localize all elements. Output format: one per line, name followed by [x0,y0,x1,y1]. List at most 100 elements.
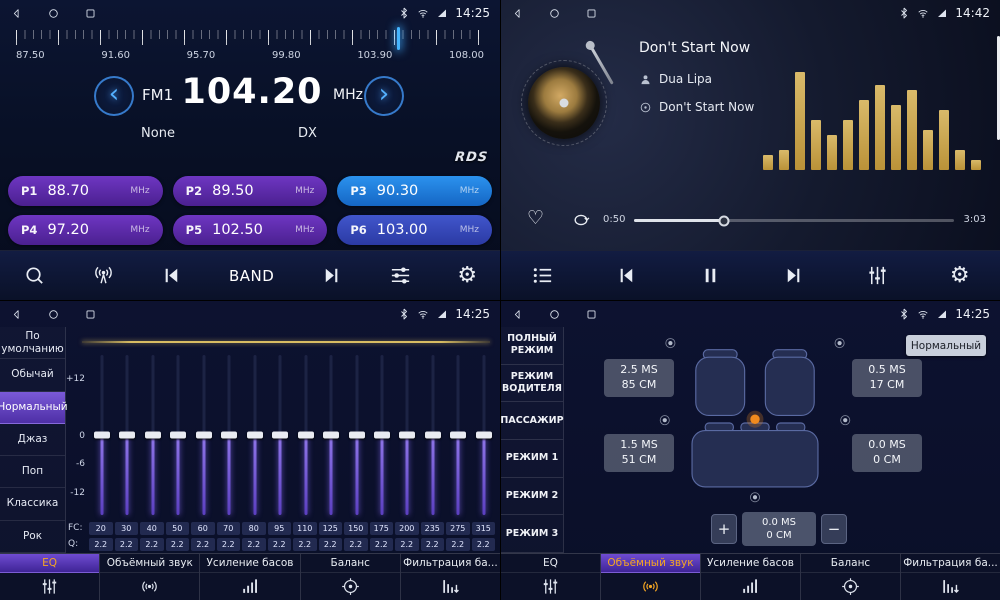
surround-mode-item[interactable]: РЕЖИМ 3 [501,515,563,553]
eq-slider-knob[interactable] [221,432,237,439]
wifi-icon [917,308,929,320]
favorite-icon[interactable]: ♡ [527,207,544,229]
pause-icon[interactable] [699,264,722,287]
seek-bar[interactable] [634,219,954,222]
repeat-icon[interactable] [571,210,591,234]
eq-preset-item[interactable]: Поп [0,456,65,488]
delay-increase-button[interactable]: + [711,514,737,544]
audio-tab-1[interactable]: Объёмный звук [601,554,701,600]
eq-band-slider[interactable] [115,355,139,515]
eq-band-slider[interactable] [294,355,318,515]
radio-preset-P4[interactable]: P4 97.20 MHz [8,215,163,245]
eq-band-slider[interactable] [395,355,419,515]
eq-slider-knob[interactable] [298,432,314,439]
radio-broadcast-icon[interactable] [92,264,115,287]
previous-station-icon[interactable] [160,264,183,287]
eq-band-slider[interactable] [192,355,216,515]
seek-bar-knob[interactable] [718,215,729,226]
playlist-icon[interactable] [531,264,554,287]
audio-tab-4[interactable]: Фильтрация ба... [901,554,1000,600]
audio-tab-4[interactable]: Фильтрация ба... [401,554,500,600]
next-track-icon[interactable] [782,264,805,287]
settings-gear-icon[interactable]: ⚙ [457,265,477,287]
eq-slider-knob[interactable] [425,432,441,439]
eq-band-slider[interactable] [446,355,470,515]
nav-home-icon[interactable] [47,7,60,20]
audio-tab-3[interactable]: Баланс [301,554,401,600]
surround-mode-item[interactable]: ПОЛНЫЙ РЕЖИМ [501,327,563,365]
eq-slider-knob[interactable] [170,432,186,439]
eq-slider-knob[interactable] [374,432,390,439]
eq-slider-knob[interactable] [196,432,212,439]
audio-settings-icon[interactable] [866,264,889,287]
radio-preset-P2[interactable]: P2 89.50 MHz [173,176,328,206]
audio-tab-2[interactable]: Усиление басов [701,554,801,600]
surround-mode-item[interactable]: ПАССАЖИР [501,402,563,440]
radio-preset-P6[interactable]: P6 103.00 MHz [337,215,492,245]
eq-band-slider[interactable] [243,355,267,515]
eq-slider-knob[interactable] [399,432,415,439]
eq-q-value: 2.2 [89,538,113,551]
eq-preset-item[interactable]: Рок [0,521,65,553]
eq-band-slider[interactable] [319,355,343,515]
eq-slider-knob[interactable] [349,432,365,439]
nav-recents-icon[interactable] [585,308,598,321]
radio-preset-P5[interactable]: P5 102.50 MHz [173,215,328,245]
surround-mode-item[interactable]: РЕЖИМ ВОДИТЕЛЯ [501,365,563,403]
delay-decrease-button[interactable]: − [821,514,847,544]
audio-tab-2[interactable]: Усиление басов [200,554,300,600]
eq-slider-knob[interactable] [272,432,288,439]
nav-back-icon[interactable] [511,7,524,20]
eq-preset-item[interactable]: Обычай [0,359,65,391]
eq-slider-knob[interactable] [323,432,339,439]
nav-recents-icon[interactable] [84,7,97,20]
eq-preset-item[interactable]: По умолчанию [0,327,65,359]
elapsed-time: 0:50 [603,214,625,225]
eq-slider-knob[interactable] [145,432,161,439]
eq-preset-item[interactable]: Нормальный [0,392,65,424]
audio-tab-3[interactable]: Баланс [801,554,901,600]
next-station-icon[interactable] [320,264,343,287]
surround-mode-item[interactable]: РЕЖИМ 1 [501,440,563,478]
nav-recents-icon[interactable] [585,7,598,20]
eq-band-slider[interactable] [370,355,394,515]
nav-back-icon[interactable] [10,7,23,20]
previous-track-icon[interactable] [615,264,638,287]
eq-slider-knob[interactable] [450,432,466,439]
listener-position-dot[interactable] [750,415,759,424]
eq-slider-knob[interactable] [476,432,492,439]
nav-home-icon[interactable] [47,308,60,321]
eq-band-slider[interactable] [90,355,114,515]
seek-up-button[interactable]: › [364,76,404,116]
audio-tab-0[interactable]: EQ [501,554,601,600]
profile-button[interactable]: Нормальный [906,335,986,356]
radio-preset-P3[interactable]: P3 90.30 MHz [337,176,492,206]
audio-tab-1[interactable]: Объёмный звук [100,554,200,600]
eq-preset-item[interactable]: Классика [0,488,65,520]
eq-preset-item[interactable]: Джаз [0,424,65,456]
eq-slider-knob[interactable] [247,432,263,439]
eq-slider-knob[interactable] [94,432,110,439]
eq-band-slider[interactable] [472,355,496,515]
audio-tab-0[interactable]: EQ [0,554,100,600]
band-button[interactable]: BAND [229,267,274,285]
eq-band-slider[interactable] [345,355,369,515]
radio-preset-P1[interactable]: P1 88.70 MHz [8,176,163,206]
eq-band-slider[interactable] [166,355,190,515]
eq-slider-knob[interactable] [119,432,135,439]
seek-bar-fill [634,219,724,222]
nav-back-icon[interactable] [511,308,524,321]
settings-gear-icon[interactable]: ⚙ [950,265,970,287]
seek-down-button[interactable]: ‹ [94,76,134,116]
eq-band-slider[interactable] [141,355,165,515]
eq-band-slider[interactable] [268,355,292,515]
eq-band-slider[interactable] [217,355,241,515]
nav-back-icon[interactable] [10,308,23,321]
audio-settings-icon[interactable] [389,264,412,287]
search-icon[interactable] [23,264,46,287]
nav-home-icon[interactable] [548,308,561,321]
nav-recents-icon[interactable] [84,308,97,321]
nav-home-icon[interactable] [548,7,561,20]
eq-band-slider[interactable] [421,355,445,515]
surround-mode-item[interactable]: РЕЖИМ 2 [501,478,563,516]
